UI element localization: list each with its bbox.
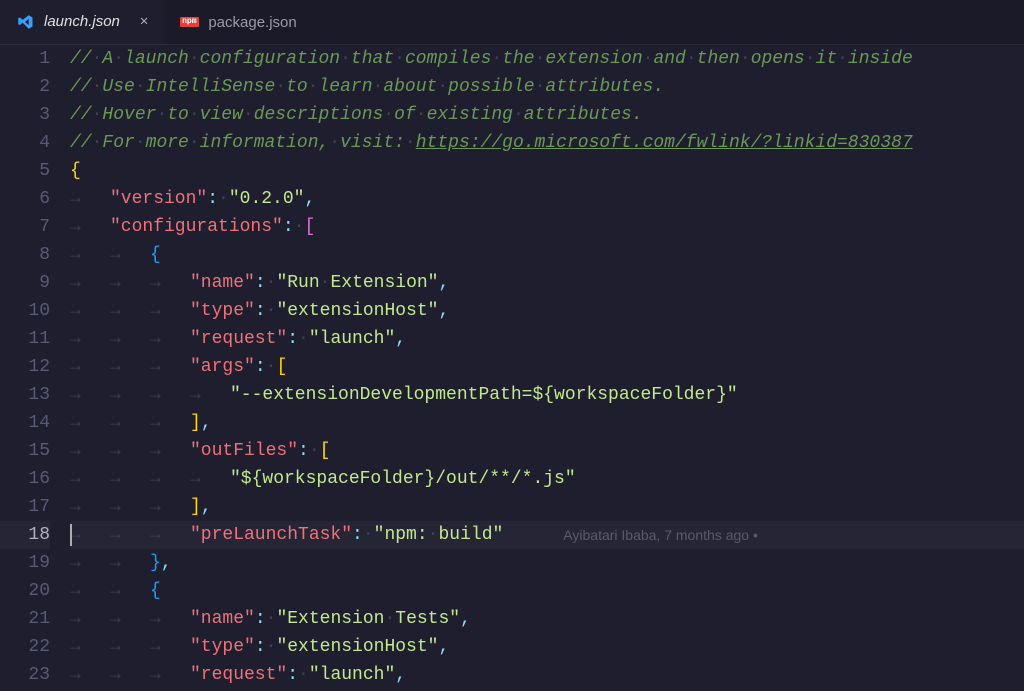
- line-number: 1: [0, 45, 50, 73]
- line-gutter: 1234567891011121314151617181920212223: [0, 45, 70, 691]
- code-line[interactable]: →→{: [70, 241, 1024, 269]
- close-icon[interactable]: ✕: [140, 13, 148, 30]
- line-number: 8: [0, 241, 50, 269]
- line-number: 9: [0, 269, 50, 297]
- code-line[interactable]: →→→→"${workspaceFolder}/out/**/*.js": [70, 465, 1024, 493]
- cursor: [70, 524, 72, 546]
- code-line[interactable]: //·Hover·to·view·descriptions·of·existin…: [70, 101, 1024, 129]
- code-line[interactable]: →→→"request":·"launch",: [70, 325, 1024, 353]
- line-number: 5: [0, 157, 50, 185]
- code-line[interactable]: →→→"outFiles":·[: [70, 437, 1024, 465]
- line-number: 12: [0, 353, 50, 381]
- git-blame: Ayibatari Ibaba, 7 months ago •: [563, 521, 758, 549]
- line-number: 23: [0, 661, 50, 689]
- tab-label: package.json: [208, 14, 296, 31]
- line-number: 2: [0, 73, 50, 101]
- line-number: 6: [0, 185, 50, 213]
- code-line[interactable]: →→→"type":·"extensionHost",: [70, 633, 1024, 661]
- code-line[interactable]: →→→"request":·"launch",: [70, 661, 1024, 689]
- line-number: 16: [0, 465, 50, 493]
- editor[interactable]: 1234567891011121314151617181920212223 //…: [0, 45, 1024, 691]
- line-number: 4: [0, 129, 50, 157]
- line-number: 18: [0, 521, 50, 549]
- code-line[interactable]: →"configurations":·[: [70, 213, 1024, 241]
- line-number: 22: [0, 633, 50, 661]
- code-line[interactable]: →→→],: [70, 409, 1024, 437]
- code-area[interactable]: //·A·launch·configuration·that·compiles·…: [70, 45, 1024, 691]
- code-line[interactable]: →→→"name":·"Extension·Tests",: [70, 605, 1024, 633]
- code-line[interactable]: //·A·launch·configuration·that·compiles·…: [70, 45, 1024, 73]
- code-line[interactable]: →→},: [70, 549, 1024, 577]
- tab-package-json[interactable]: npm package.json: [164, 0, 312, 44]
- code-line[interactable]: →"version":·"0.2.0",: [70, 185, 1024, 213]
- tab-bar: launch.json ✕ npm package.json: [0, 0, 1024, 45]
- code-line[interactable]: //·Use·IntelliSense·to·learn·about·possi…: [70, 73, 1024, 101]
- line-number: 10: [0, 297, 50, 325]
- code-line[interactable]: //·For·more·information,·visit:·https://…: [70, 129, 1024, 157]
- line-number: 21: [0, 605, 50, 633]
- code-line[interactable]: →→→],: [70, 493, 1024, 521]
- npm-icon: npm: [180, 13, 198, 31]
- line-number: 3: [0, 101, 50, 129]
- tab-launch-json[interactable]: launch.json ✕: [0, 0, 164, 44]
- code-line[interactable]: →→→→"--extensionDevelopmentPath=${worksp…: [70, 381, 1024, 409]
- line-number: 15: [0, 437, 50, 465]
- code-line[interactable]: →→→"name":·"Run·Extension",: [70, 269, 1024, 297]
- tab-label: launch.json: [44, 13, 120, 30]
- line-number: 20: [0, 577, 50, 605]
- code-line[interactable]: →→→"args":·[: [70, 353, 1024, 381]
- code-line[interactable]: →→→"type":·"extensionHost",: [70, 297, 1024, 325]
- code-line[interactable]: {: [70, 157, 1024, 185]
- code-line[interactable]: →→{: [70, 577, 1024, 605]
- code-line[interactable]: →→→"preLaunchTask":·"npm:·build"Ayibatar…: [70, 521, 1024, 549]
- line-number: 19: [0, 549, 50, 577]
- line-number: 11: [0, 325, 50, 353]
- line-number: 7: [0, 213, 50, 241]
- line-number: 14: [0, 409, 50, 437]
- line-number: 13: [0, 381, 50, 409]
- vscode-icon: [16, 13, 34, 31]
- line-number: 17: [0, 493, 50, 521]
